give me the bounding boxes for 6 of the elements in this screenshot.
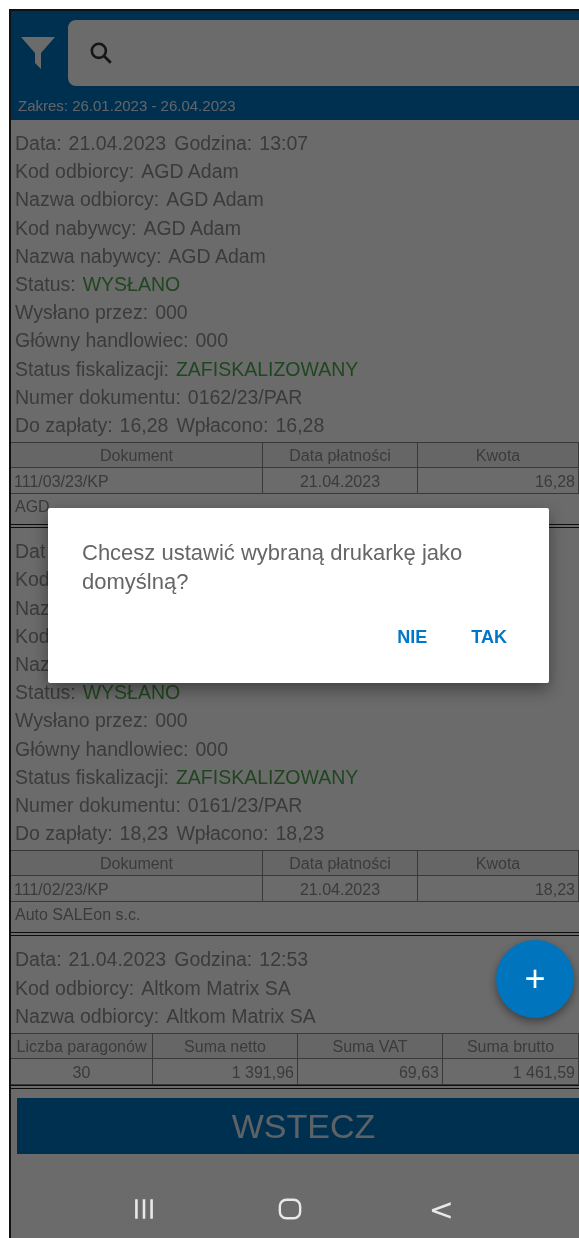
field-value: WYSŁANO (82, 273, 181, 295)
date-range: Zakres: 26.01.2023 - 26.04.2023 (17, 96, 237, 116)
dialog-message: Chcesz ustawić wybraną drukarkę jako domyślną? (82, 539, 464, 596)
field-value: ZAFISKALIZOWANY (175, 357, 359, 380)
field-value: ZAFISKALIZOWANY (175, 765, 359, 788)
field-value: WYSŁANO (82, 681, 181, 704)
